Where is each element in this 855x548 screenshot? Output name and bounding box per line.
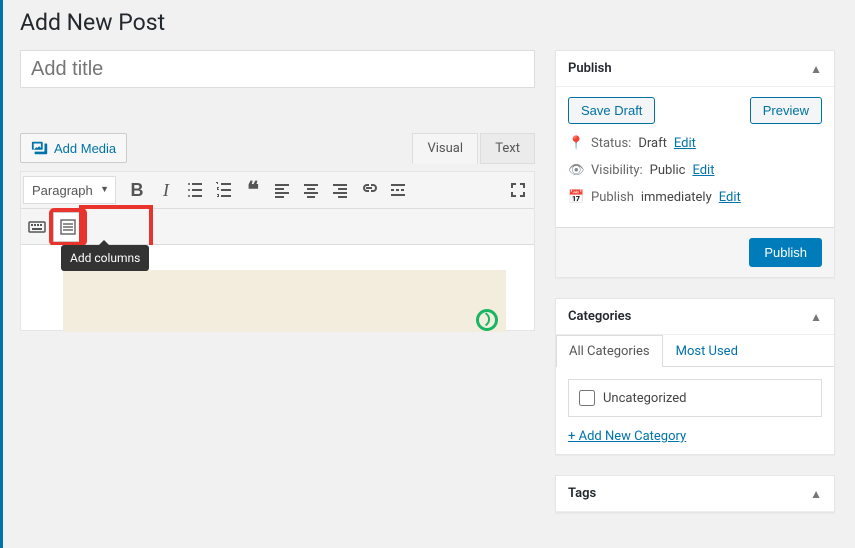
tab-visual[interactable]: Visual: [412, 133, 478, 164]
post-title-input[interactable]: [20, 50, 535, 88]
bullet-list-button[interactable]: [181, 176, 209, 204]
align-center-button[interactable]: [297, 176, 325, 204]
keyboard-button[interactable]: [23, 213, 51, 241]
edit-schedule-link[interactable]: Edit: [719, 190, 741, 205]
add-new-category-link[interactable]: + Add New Category: [568, 429, 686, 444]
insert-more-button[interactable]: [384, 176, 412, 204]
add-columns-tooltip: Add columns: [61, 245, 149, 271]
align-left-button[interactable]: [268, 176, 296, 204]
tab-all-categories[interactable]: All Categories: [556, 335, 663, 367]
editor-placeholder-band: [63, 270, 506, 332]
category-checkbox[interactable]: [579, 390, 595, 406]
publish-button[interactable]: Publish: [749, 238, 822, 267]
add-media-button[interactable]: Add Media: [20, 133, 127, 163]
schedule-value: immediately: [641, 190, 712, 205]
blockquote-button[interactable]: ❝: [239, 176, 267, 204]
numbered-list-button[interactable]: [210, 176, 238, 204]
status-value: Draft: [638, 136, 667, 151]
schedule-label: Publish: [591, 190, 634, 205]
admin-bar-edge: [0, 0, 3, 548]
insert-link-button[interactable]: [355, 176, 383, 204]
toolbar-row-2: Add columns: [21, 209, 534, 245]
visibility-label: Visibility:: [591, 163, 643, 178]
add-media-label: Add Media: [54, 141, 116, 156]
calendar-icon: 📅: [568, 190, 584, 205]
tags-panel: Tags ▲: [555, 475, 835, 513]
edit-status-link[interactable]: Edit: [674, 136, 696, 151]
publish-panel: Publish ▲ Save Draft Preview 📍 Status: D…: [555, 50, 835, 278]
visibility-value: Public: [650, 163, 686, 178]
edit-visibility-link[interactable]: Edit: [692, 163, 714, 178]
toolbar-row-1: Paragraph B I ❝: [21, 172, 534, 209]
media-icon: [31, 139, 49, 157]
tags-panel-title: Tags: [568, 486, 596, 501]
grammarly-icon[interactable]: [476, 309, 498, 331]
paragraph-format-select[interactable]: Paragraph: [23, 176, 116, 204]
panel-toggle-icon[interactable]: ▲: [810, 487, 822, 501]
categories-panel-title: Categories: [568, 309, 631, 324]
page-title: Add New Post: [20, 0, 835, 50]
panel-toggle-icon[interactable]: ▲: [810, 310, 822, 324]
sidebar: Publish ▲ Save Draft Preview 📍 Status: D…: [555, 50, 835, 533]
tab-most-used[interactable]: Most Used: [663, 335, 751, 367]
category-item[interactable]: Uncategorized: [579, 390, 811, 406]
categories-panel: Categories ▲ All Categories Most Used Un…: [555, 298, 835, 455]
fullscreen-button[interactable]: [504, 176, 532, 204]
bold-button[interactable]: B: [123, 176, 151, 204]
align-right-button[interactable]: [326, 176, 354, 204]
add-columns-button[interactable]: [53, 212, 83, 242]
eye-icon: 👁: [568, 163, 584, 178]
category-label: Uncategorized: [603, 391, 686, 406]
publish-panel-title: Publish: [568, 61, 612, 76]
italic-button[interactable]: I: [152, 176, 180, 204]
save-draft-button[interactable]: Save Draft: [568, 97, 655, 124]
editor: Paragraph B I ❝ Add columns: [20, 171, 535, 331]
editor-mode-tabs: Visual Text: [413, 133, 535, 164]
status-label: Status:: [591, 136, 631, 151]
category-list: Uncategorized: [568, 379, 822, 417]
panel-toggle-icon[interactable]: ▲: [810, 62, 822, 76]
main-column: Add Media Visual Text Paragraph B I ❝: [20, 50, 535, 331]
tab-text[interactable]: Text: [480, 133, 535, 164]
pin-icon: 📍: [568, 136, 584, 151]
preview-button[interactable]: Preview: [750, 97, 822, 124]
